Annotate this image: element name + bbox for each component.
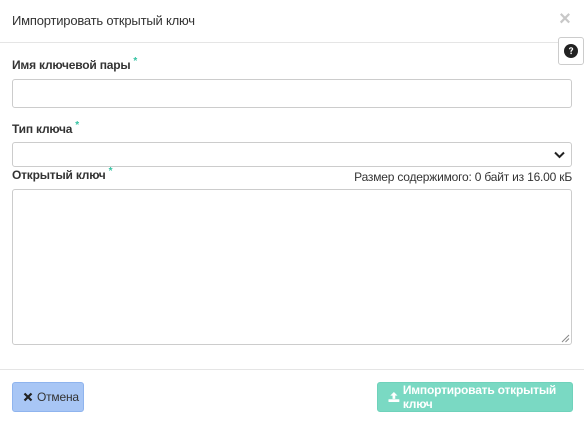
public-key-label-text: Открытый ключ: [12, 168, 106, 182]
public-key-textarea[interactable]: [12, 189, 572, 345]
import-public-key-button[interactable]: Импортировать открытый ключ: [377, 382, 573, 412]
close-icon[interactable]: ×: [558, 9, 572, 29]
import-button-label: Импортировать открытый ключ: [402, 383, 557, 411]
dialog-title: Импортировать открытый ключ: [12, 13, 195, 28]
key-type-label-text: Тип ключа: [12, 122, 73, 136]
dialog-footer: Отмена Импортировать открытый ключ: [0, 369, 584, 423]
times-icon: [23, 392, 33, 402]
keypair-name-label-text: Имя ключевой пары: [12, 58, 131, 72]
content-size-info: Размер содержимого: 0 байт из 16.00 кБ: [354, 170, 572, 184]
upload-icon: [388, 392, 400, 402]
keypair-name-label: Имя ключевой пары *: [12, 56, 138, 72]
keypair-name-input[interactable]: [12, 79, 572, 108]
cancel-button-label: Отмена: [37, 390, 79, 404]
resize-grip-icon[interactable]: [561, 334, 570, 343]
required-mark: *: [108, 166, 113, 177]
chevron-down-icon: [554, 151, 565, 159]
import-public-key-dialog: Импортировать открытый ключ × Имя ключев…: [0, 0, 584, 423]
required-mark: *: [133, 56, 138, 67]
public-key-label: Открытый ключ *: [12, 166, 113, 182]
key-type-select[interactable]: [12, 142, 572, 167]
cancel-button[interactable]: Отмена: [12, 382, 84, 412]
required-mark: *: [75, 120, 79, 131]
key-type-label: Тип ключа *: [12, 120, 79, 136]
help-button[interactable]: [558, 37, 584, 65]
dialog-header: Импортировать открытый ключ ×: [0, 0, 584, 43]
question-circle-icon: [564, 44, 578, 58]
